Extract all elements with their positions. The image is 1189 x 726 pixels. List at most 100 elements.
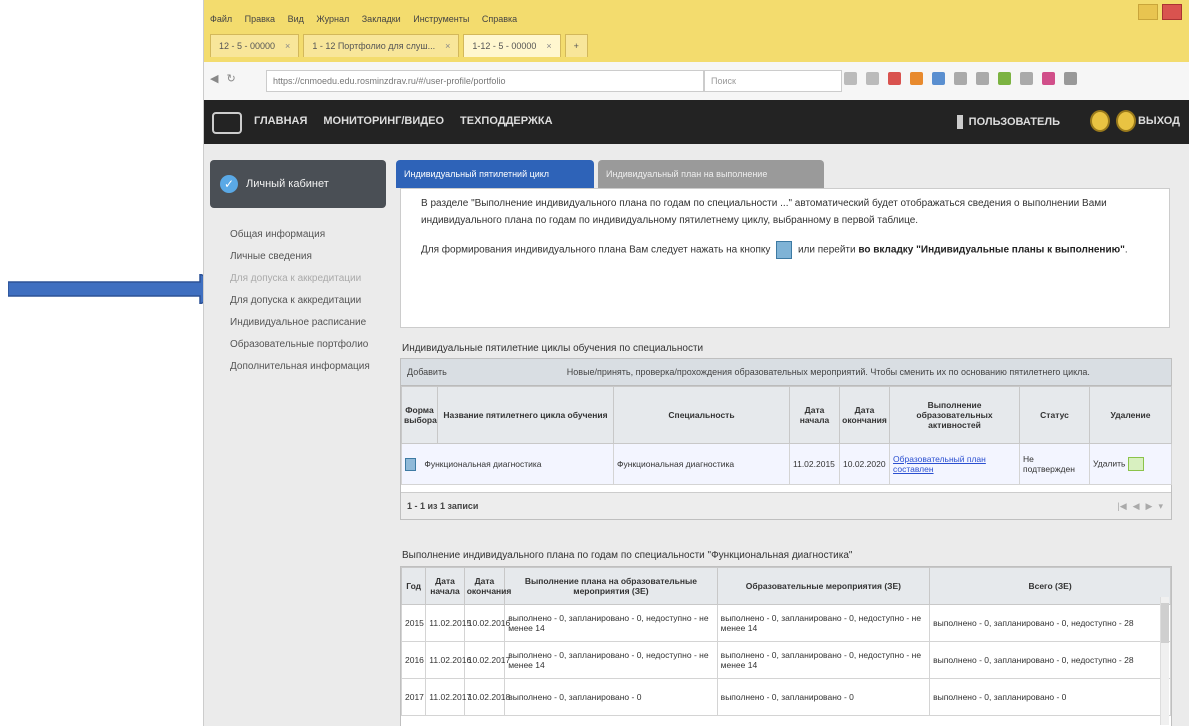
user-menu[interactable]: ПОЛЬЗОВАТЕЛЬ: [956, 115, 1060, 129]
notice-text: или перейти: [797, 244, 856, 256]
year-cell: 2015: [401, 604, 427, 642]
menu-icon[interactable]: [1064, 72, 1077, 85]
browser-tab-label: 1-12 - 5 - 00000: [472, 41, 537, 51]
new-tab-button[interactable]: +: [564, 34, 588, 57]
plan-cell: выполнено - 0, запланировано - 0, недост…: [504, 604, 718, 642]
start-date-cell: 11.02.2017: [425, 678, 471, 716]
download-icon[interactable]: [866, 72, 879, 85]
tab-individual-plan[interactable]: Индивидуальный план на выполнение: [598, 160, 824, 188]
document-icon[interactable]: [405, 457, 416, 471]
pointer-arrow-icon: [8, 274, 232, 304]
browser-tab[interactable]: 1 - 12 Портфолио для слуш... ×: [303, 34, 460, 57]
menu-item[interactable]: Закладки: [362, 14, 401, 24]
addon-red-icon[interactable]: [888, 72, 901, 85]
confirm-checkbox[interactable]: [1127, 457, 1144, 471]
close-window-button[interactable]: [1162, 4, 1182, 20]
tab-individual-cycle[interactable]: Индивидуальный пятилетний цикл: [396, 160, 594, 188]
table-row[interactable]: Функциональная диагностика Функциональна…: [401, 443, 1172, 485]
reload-icon[interactable]: ↻: [226, 72, 235, 85]
column-header: Форма выбора: [401, 386, 438, 444]
activities-cell: выполнено - 0, запланировано - 0, недост…: [716, 604, 931, 642]
table-row[interactable]: 2015 11.02.2015 10.02.2016 выполнено - 0…: [401, 604, 1171, 642]
cycle-name-cell: Функциональная диагностика: [401, 443, 614, 485]
browser-tab-active[interactable]: 1-12 - 5 - 00000 ×: [463, 34, 561, 57]
addon-gray-icon[interactable]: [1020, 72, 1033, 85]
browser-search-field[interactable]: Поиск: [704, 70, 842, 92]
addon-gray-icon[interactable]: [976, 72, 989, 85]
plan-cell: выполнено - 0, запланировано - 0: [504, 678, 718, 716]
plan-document-icon[interactable]: [776, 241, 793, 259]
plus-icon: +: [573, 41, 579, 51]
addon-green-icon[interactable]: [998, 72, 1011, 85]
bookmark-icon[interactable]: [844, 72, 857, 85]
end-date-cell: 10.02.2020: [839, 443, 890, 485]
scrollbar-thumb[interactable]: [1161, 603, 1169, 643]
delete-link[interactable]: Удалить: [1093, 458, 1125, 468]
browser-tabs: 12 - 5 - 00000 × 1 - 12 Портфолио для сл…: [210, 34, 588, 57]
progress-link[interactable]: Образовательный план составлен: [893, 454, 986, 474]
close-tab-icon[interactable]: ×: [285, 35, 290, 57]
column-header: Удаление: [1089, 386, 1172, 444]
cycles-table-title: Индивидуальные пятилетние циклы обучения…: [402, 343, 704, 354]
pager: |◀ ◀ ▶ ▾: [1117, 493, 1163, 519]
table-header-row: Год Дата начала Дата окончания Выполнени…: [401, 567, 1171, 605]
notice-link[interactable]: во вкладку "Индивидуальные планы к выпол…: [858, 245, 1125, 256]
search-icon[interactable]: [1090, 110, 1110, 132]
column-header: Дата окончания: [463, 567, 511, 605]
logout-link[interactable]: ВЫХОД: [1138, 115, 1180, 127]
minimize-button[interactable]: [1138, 4, 1158, 20]
page-size-dropdown-icon[interactable]: ▾: [1158, 493, 1163, 519]
addon-orange-icon[interactable]: [910, 72, 923, 85]
menu-item[interactable]: Справка: [482, 14, 517, 24]
addon-gray-icon[interactable]: [954, 72, 967, 85]
menu-item[interactable]: Файл: [210, 14, 232, 24]
records-count: 1 - 1 из 1 записи: [407, 501, 479, 511]
page-content: ✓ Личный кабинет Общая информация Личные…: [204, 144, 1189, 726]
sidebar-item[interactable]: Дополнительная информация: [230, 356, 390, 378]
cycles-table: Добавить Новые/принять, проверка/прохожд…: [400, 358, 1172, 520]
vertical-scrollbar[interactable]: [1160, 597, 1169, 725]
column-header: Образовательные мероприятия (ЗЕ): [716, 567, 931, 605]
check-icon: ✓: [220, 175, 238, 193]
sidebar-item[interactable]: Для допуска к аккредитации: [230, 290, 390, 312]
addon-pink-icon[interactable]: [1042, 72, 1055, 85]
user-name: ПОЛЬЗОВАТЕЛЬ: [968, 116, 1060, 128]
user-icon: [956, 115, 963, 129]
nav-home[interactable]: ГЛАВНАЯ: [254, 115, 307, 127]
sidebar-item-accreditation[interactable]: Для допуска к аккредитации: [230, 268, 390, 290]
prev-page-icon[interactable]: ◀: [1133, 493, 1140, 519]
table-row[interactable]: 2016 11.02.2016 10.02.2017 выполнено - 0…: [401, 641, 1171, 679]
menu-item[interactable]: Правка: [245, 14, 275, 24]
menu-item[interactable]: Инструменты: [413, 14, 469, 24]
browser-screenshot: Файл Правка Вид Журнал Закладки Инструме…: [203, 0, 1189, 726]
search-icon[interactable]: [1116, 110, 1136, 132]
table-row[interactable]: 2017 11.02.2017 10.02.2018 выполнено - 0…: [401, 678, 1171, 716]
column-header: Выполнение образовательных активностей: [889, 386, 1020, 444]
menu-item[interactable]: Журнал: [316, 14, 349, 24]
browser-tab[interactable]: 12 - 5 - 00000 ×: [210, 34, 300, 57]
sidebar-item[interactable]: Образовательные портфолио: [230, 334, 390, 356]
nav-support[interactable]: ТЕХПОДДЕРЖКА: [460, 115, 553, 127]
personal-cabinet-header[interactable]: ✓ Личный кабинет: [210, 160, 386, 208]
url-field[interactable]: https://cnmoedu.edu.rosminzdrav.ru/#/use…: [266, 70, 704, 92]
close-tab-icon[interactable]: ×: [546, 35, 551, 57]
browser-tab-label: 12 - 5 - 00000: [219, 41, 276, 51]
next-page-icon[interactable]: ▶: [1146, 493, 1153, 519]
sidebar-item[interactable]: Общая информация: [230, 224, 390, 246]
end-date-cell: 10.02.2016: [463, 604, 510, 642]
start-date-cell: 11.02.2015: [425, 604, 471, 642]
site-logo-icon[interactable]: [212, 112, 242, 134]
first-page-icon[interactable]: |◀: [1117, 493, 1126, 519]
menu-item[interactable]: Вид: [288, 14, 304, 24]
back-icon[interactable]: ◀: [210, 72, 218, 85]
column-header: Дата окончания: [839, 386, 890, 444]
nav-monitoring[interactable]: МОНИТОРИНГ/ВИДЕО: [323, 115, 444, 127]
sidebar-item[interactable]: Индивидуальное расписание: [230, 312, 390, 334]
plan-table-title: Выполнение индивидуального плана по года…: [402, 550, 853, 561]
site-nav: ГЛАВНАЯ МОНИТОРИНГ/ВИДЕО ТЕХПОДДЕРЖКА: [254, 115, 553, 127]
sidebar-item[interactable]: Личные сведения: [230, 246, 390, 268]
delete-cell: Удалить: [1089, 443, 1172, 485]
addon-blue-icon[interactable]: [932, 72, 945, 85]
close-tab-icon[interactable]: ×: [445, 35, 450, 57]
add-cycle-button[interactable]: Добавить: [407, 367, 447, 377]
